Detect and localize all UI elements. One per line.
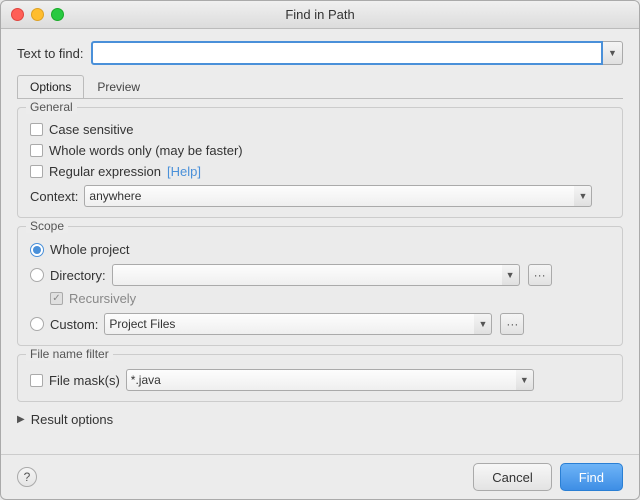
directory-radio[interactable] [30,268,44,282]
tab-options[interactable]: Options [17,75,84,98]
find-button[interactable]: Find [560,463,623,491]
case-sensitive-checkbox[interactable] [30,123,43,136]
custom-row: Custom: Project Files ▼ ··· [30,313,610,335]
custom-radio[interactable] [30,317,44,331]
regex-label: Regular expression [49,164,161,179]
whole-project-radio[interactable] [30,243,44,257]
scope-section: Scope Whole project Directory: ▼ ··· Rec… [17,226,623,346]
file-name-filter-section: File name filter File mask(s) *.java ▼ [17,354,623,402]
file-mask-label: File mask(s) [49,373,120,388]
general-section: General Case sensitive Whole words only … [17,107,623,218]
directory-select[interactable] [112,264,502,286]
result-options-row[interactable]: ▶ Result options [17,410,623,429]
whole-words-label: Whole words only (may be faster) [49,143,243,158]
result-options-label: Result options [31,412,113,427]
file-name-filter-label: File name filter [26,347,113,361]
whole-project-label: Whole project [50,242,129,257]
regex-checkbox[interactable] [30,165,43,178]
whole-words-row: Whole words only (may be faster) [30,143,610,158]
case-sensitive-row: Case sensitive [30,122,610,137]
result-options-triangle: ▶ [17,414,25,425]
title-bar: Find in Path [1,1,639,29]
regex-help-link[interactable]: [Help] [167,164,201,179]
maximize-button[interactable] [51,8,64,21]
custom-label: Custom: [50,317,98,332]
context-select-wrap: anywhere in comments in string literals … [84,185,592,207]
custom-select-arrow[interactable]: ▼ [474,313,492,335]
cancel-button[interactable]: Cancel [473,463,551,491]
custom-select[interactable]: Project Files [104,313,474,335]
regex-row: Regular expression [Help] [30,164,610,179]
scope-section-label: Scope [26,219,68,233]
action-buttons: Cancel Find [473,463,623,491]
tab-preview[interactable]: Preview [84,75,153,98]
context-label: Context: [30,189,78,204]
whole-words-checkbox[interactable] [30,144,43,157]
content-area: Text to find: ▼ Options Preview General … [1,29,639,454]
directory-row: Directory: ▼ ··· [30,264,610,286]
general-section-label: General [26,100,77,114]
tabs-bar: Options Preview [17,75,623,99]
help-button[interactable]: ? [17,467,37,487]
context-row: Context: anywhere in comments in string … [30,185,610,207]
find-input[interactable] [91,41,603,65]
directory-select-wrap: ▼ [112,264,520,286]
file-mask-checkbox[interactable] [30,374,43,387]
find-dropdown-button[interactable]: ▼ [603,41,623,65]
context-select[interactable]: anywhere in comments in string literals … [84,185,574,207]
case-sensitive-label: Case sensitive [49,122,134,137]
file-mask-select-wrap: *.java ▼ [126,369,534,391]
directory-browse-button[interactable]: ··· [528,264,552,286]
window-controls [11,8,64,21]
custom-browse-button[interactable]: ··· [500,313,524,335]
directory-label: Directory: [50,268,106,283]
file-mask-select-arrow[interactable]: ▼ [516,369,534,391]
find-label: Text to find: [17,46,83,61]
custom-select-wrap: Project Files ▼ [104,313,492,335]
find-row: Text to find: ▼ [17,41,623,65]
bottom-bar: ? Cancel Find [1,454,639,499]
close-button[interactable] [11,8,24,21]
context-select-arrow[interactable]: ▼ [574,185,592,207]
file-mask-select[interactable]: *.java [126,369,516,391]
main-window: Find in Path Text to find: ▼ Options Pre… [0,0,640,500]
directory-select-arrow[interactable]: ▼ [502,264,520,286]
window-title: Find in Path [285,7,354,22]
whole-project-row: Whole project [30,242,610,257]
recursively-checkbox[interactable] [50,292,63,305]
recursively-label: Recursively [69,291,136,306]
file-mask-row: File mask(s) *.java ▼ [30,369,610,391]
minimize-button[interactable] [31,8,44,21]
find-input-wrapper: ▼ [91,41,623,65]
recursively-row: Recursively [50,291,610,306]
